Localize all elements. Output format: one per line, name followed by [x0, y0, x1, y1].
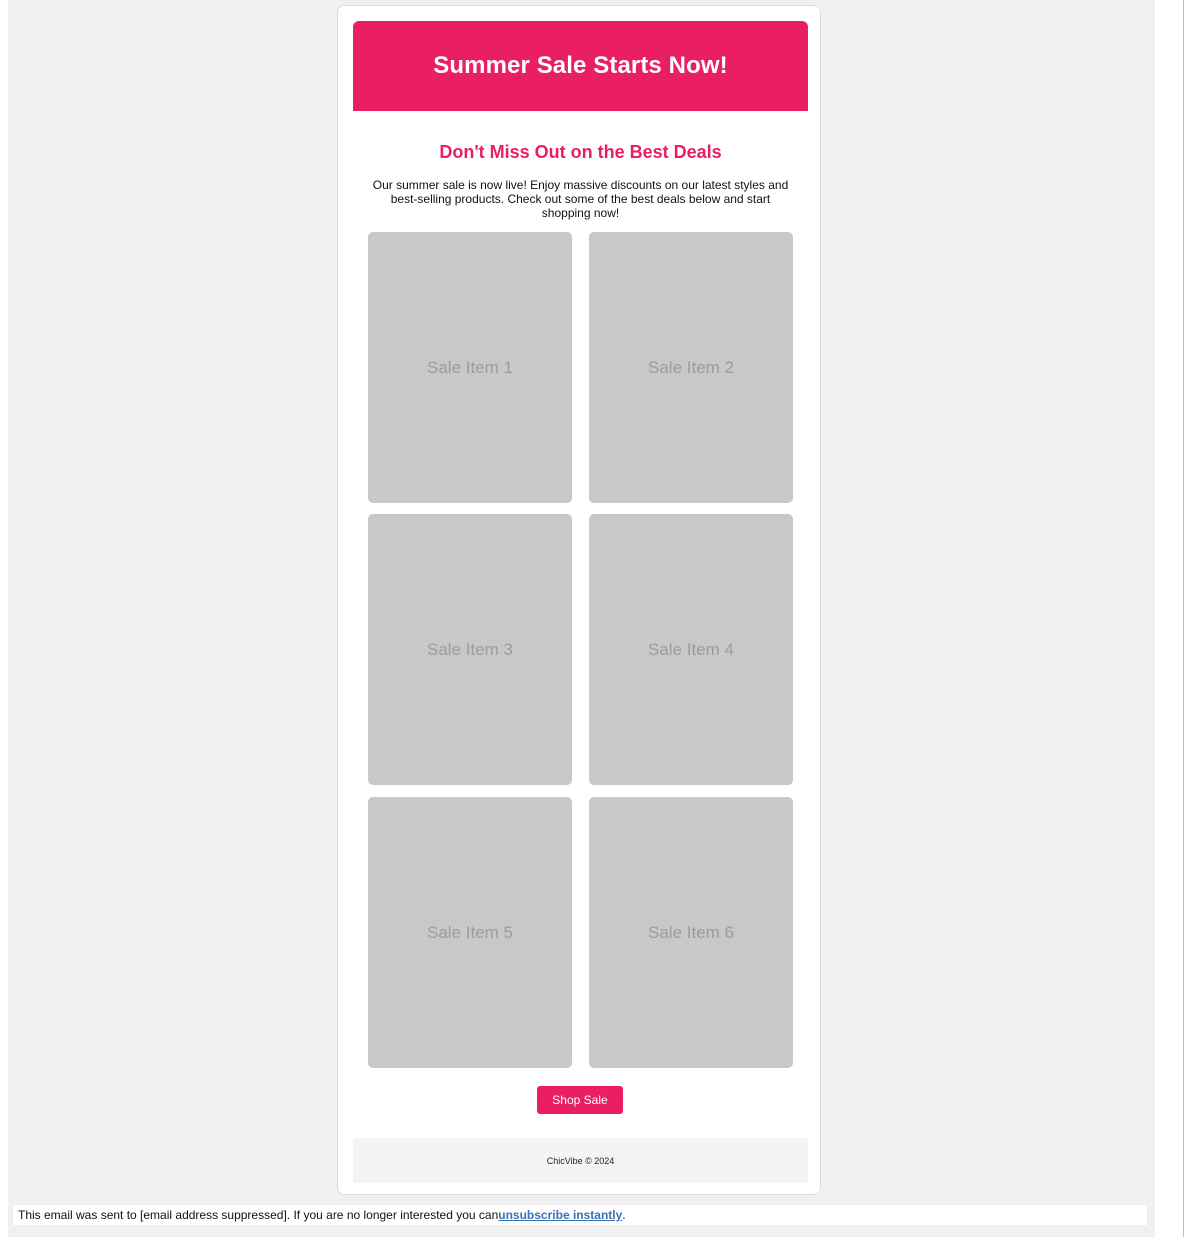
- sale-item-label: Sale Item 1: [427, 357, 513, 377]
- notice-suffix: .: [622, 1208, 626, 1222]
- section-heading: Don't Miss Out on the Best Deals: [439, 142, 722, 162]
- hero-title: Summer Sale Starts Now!: [433, 52, 728, 79]
- sale-item-tile[interactable]: Sale Item 6: [589, 797, 793, 1068]
- intro-paragraph: Our summer sale is now live! Enjoy massi…: [372, 178, 789, 220]
- sale-item-tile[interactable]: Sale Item 3: [368, 514, 572, 785]
- hero-banner: Summer Sale Starts Now!: [353, 21, 808, 111]
- sale-item-label: Sale Item 6: [648, 922, 734, 942]
- unsubscribe-link[interactable]: unsubscribe instantly: [498, 1208, 622, 1222]
- window-edge-divider: [1183, 0, 1184, 1237]
- sale-item-tile[interactable]: Sale Item 5: [368, 797, 572, 1068]
- sale-item-tile[interactable]: Sale Item 1: [368, 232, 572, 503]
- unsubscribe-notice: This email was sent to [email address su…: [13, 1205, 1147, 1225]
- email-footer: ChicVibe © 2024: [353, 1138, 808, 1183]
- sale-item-label: Sale Item 3: [427, 639, 513, 659]
- footer-copyright: ChicVibe © 2024: [546, 1155, 615, 1166]
- sale-item-label: Sale Item 4: [648, 639, 734, 659]
- shop-sale-button[interactable]: Shop Sale: [537, 1086, 623, 1114]
- sale-item-tile[interactable]: Sale Item 2: [589, 232, 793, 503]
- sale-item-label: Sale Item 2: [648, 357, 734, 377]
- sale-item-label: Sale Item 5: [427, 922, 513, 942]
- notice-text: This email was sent to [email address su…: [18, 1208, 499, 1222]
- sale-item-tile[interactable]: Sale Item 4: [589, 514, 793, 785]
- email-card: Summer Sale Starts Now! Don't Miss Out o…: [337, 5, 821, 1195]
